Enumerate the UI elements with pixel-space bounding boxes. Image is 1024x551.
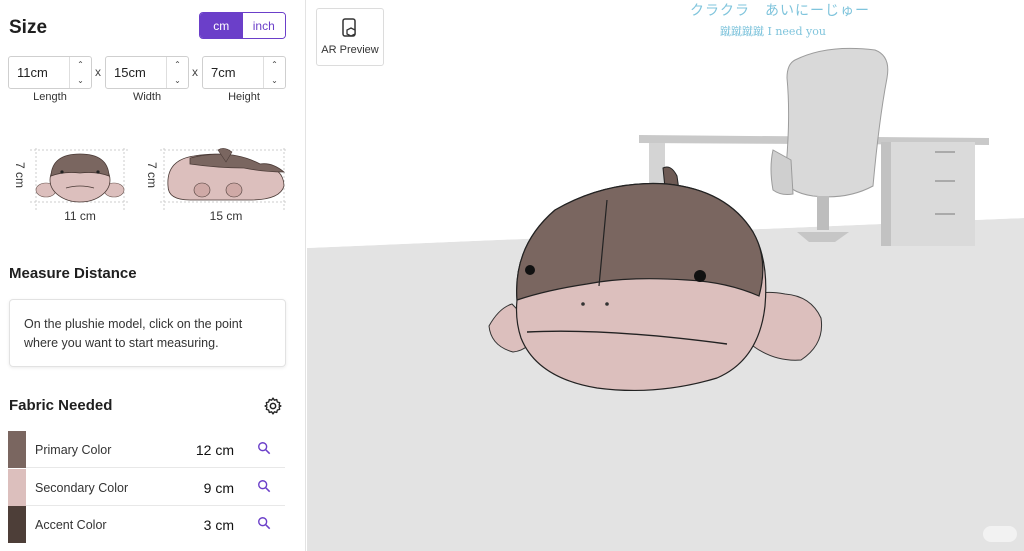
3d-viewport[interactable]: AR Preview クラクラ あいにーじゅー 蹴蹴蹴蹴 I need you xyxy=(307,0,1024,551)
search-icon[interactable] xyxy=(257,479,271,493)
length-input[interactable] xyxy=(17,65,77,80)
search-icon[interactable] xyxy=(257,516,271,530)
dim-separator: x xyxy=(95,65,101,79)
gear-icon[interactable] xyxy=(263,396,283,416)
fabric-row-label: Accent Color xyxy=(35,518,107,532)
height-input[interactable] xyxy=(211,65,271,80)
watermark-line-1: クラクラ あいにーじゅー xyxy=(690,3,870,19)
sidebar: Size cm inch ⌃ ⌄ x ⌃ ⌄ x ⌃ ⌄ Length Widt… xyxy=(0,0,306,551)
thumb-side-width-label: 15 cm xyxy=(209,209,243,223)
height-decrement-icon[interactable]: ⌄ xyxy=(264,73,285,89)
primary-color-swatch xyxy=(8,431,26,468)
ar-preview-label: AR Preview xyxy=(321,44,379,56)
size-title: Size xyxy=(9,17,48,38)
3d-scene[interactable] xyxy=(307,0,1024,551)
fabric-title: Fabric Needed xyxy=(9,397,113,414)
measure-instructions: On the plushie model, click on the point… xyxy=(9,299,286,367)
search-icon[interactable] xyxy=(257,441,271,455)
watermark-line-2: 蹴蹴蹴蹴 I need you xyxy=(720,25,826,38)
fabric-row-secondary: Secondary Color 9 cm xyxy=(8,469,285,506)
width-increment-icon[interactable]: ⌃ xyxy=(167,57,188,73)
length-label: Length xyxy=(33,91,67,103)
plush-side-thumbnail xyxy=(160,148,288,210)
fabric-row-primary: Primary Color 12 cm xyxy=(8,431,285,468)
fabric-row-value: 3 cm xyxy=(203,517,234,533)
width-label: Width xyxy=(132,91,162,103)
height-field: ⌃ ⌄ xyxy=(202,56,286,89)
fabric-row-accent: Accent Color 3 cm xyxy=(8,506,285,543)
plush-front-thumbnail xyxy=(30,148,128,210)
height-label: Height xyxy=(228,91,260,103)
accent-color-swatch xyxy=(8,506,26,543)
length-stepper: ⌃ ⌄ xyxy=(69,57,91,88)
length-decrement-icon[interactable]: ⌄ xyxy=(70,73,91,89)
width-field: ⌃ ⌄ xyxy=(105,56,189,89)
length-field: ⌃ ⌄ xyxy=(8,56,92,89)
thumb-front-height-label: 7 cm xyxy=(13,162,27,189)
ar-phone-icon xyxy=(342,18,356,37)
width-decrement-icon[interactable]: ⌄ xyxy=(167,73,188,89)
fabric-row-value: 9 cm xyxy=(203,480,234,496)
secondary-color-swatch xyxy=(8,469,26,506)
width-input[interactable] xyxy=(114,65,174,80)
fabric-row-label: Primary Color xyxy=(35,443,112,457)
height-stepper: ⌃ ⌄ xyxy=(263,57,285,88)
fabric-row-value: 12 cm xyxy=(195,442,234,458)
fabric-row-label: Secondary Color xyxy=(35,481,129,495)
length-increment-icon[interactable]: ⌃ xyxy=(70,57,91,73)
unit-cm-button[interactable]: cm xyxy=(200,13,243,38)
dim-separator: x xyxy=(192,65,198,79)
width-stepper: ⌃ ⌄ xyxy=(166,57,188,88)
unit-inch-button[interactable]: inch xyxy=(242,13,285,38)
thumb-front-width-label: 11 cm xyxy=(64,209,96,223)
measure-title: Measure Distance xyxy=(9,265,137,282)
ar-preview-button[interactable]: AR Preview xyxy=(316,8,384,66)
thumb-side-height-label: 7 cm xyxy=(145,162,159,189)
height-increment-icon[interactable]: ⌃ xyxy=(264,57,285,73)
unit-toggle: cm inch xyxy=(199,12,286,39)
